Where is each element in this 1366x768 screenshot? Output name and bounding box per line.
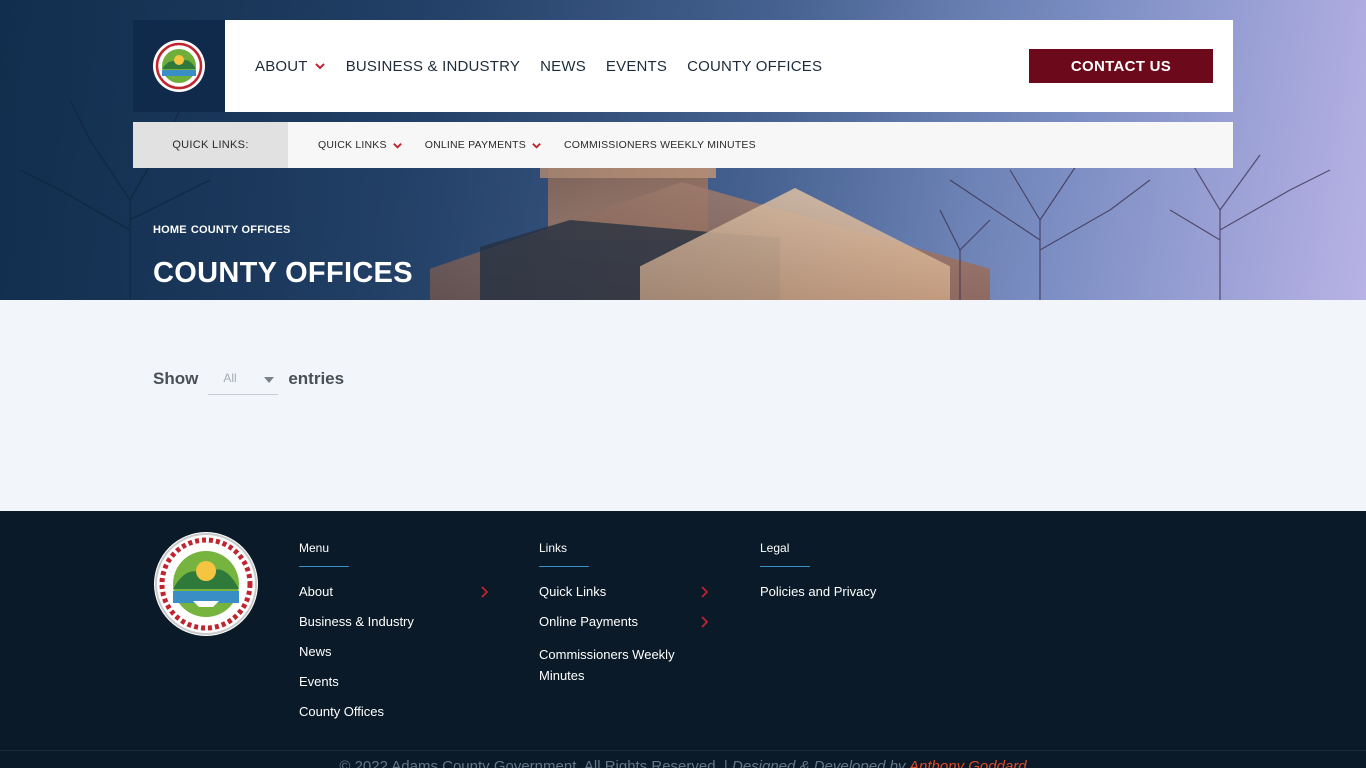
- breadcrumb-current[interactable]: COUNTY OFFICES: [191, 224, 291, 236]
- footer-menu-news[interactable]: News: [299, 641, 489, 671]
- footer-links-quick-links-label: Quick Links: [539, 584, 607, 599]
- primary-nav: ABOUT BUSINESS & INDUSTRY NEWS EVENTS CO…: [255, 58, 822, 75]
- footer-menu-business[interactable]: Business & Industry: [299, 611, 489, 641]
- chevron-right-icon: [701, 616, 709, 628]
- site-footer: Menu About Business & Industry News Even…: [0, 511, 1366, 768]
- nav-events-label: EVENTS: [605, 57, 668, 75]
- footer-legal-privacy-label: Policies and Privacy: [760, 584, 877, 599]
- footer-legal-privacy[interactable]: Policies and Privacy: [760, 581, 940, 611]
- nav-county-offices[interactable]: COUNTY OFFICES: [687, 58, 822, 75]
- chevron-down-icon: [314, 63, 325, 70]
- show-label: Show: [153, 368, 199, 388]
- online-payments-dropdown[interactable]: ONLINE PAYMENTS: [425, 139, 542, 151]
- nav-business-industry-label: BUSINESS & INDUSTRY: [345, 57, 521, 75]
- breadcrumb-home[interactable]: HOME: [153, 224, 187, 236]
- county-seal-icon[interactable]: [153, 531, 259, 637]
- commissioners-minutes-link[interactable]: COMMISSIONERS WEEKLY MINUTES: [564, 139, 756, 151]
- breadcrumb: HOME COUNTY OFFICES: [153, 224, 291, 236]
- footer-links-commissioners[interactable]: Commissioners Weekly Minutes: [539, 641, 709, 686]
- quick-links-items: QUICK LINKS ONLINE PAYMENTS COMMISSIONER…: [318, 139, 756, 151]
- nav-about-label: ABOUT: [255, 57, 308, 75]
- footer-menu-events[interactable]: Events: [299, 671, 489, 701]
- footer-menu-business-label: Business & Industry: [299, 614, 414, 629]
- chevron-right-icon: [481, 586, 489, 598]
- footer-links-heading: Links: [539, 541, 709, 567]
- chevron-right-icon: [701, 586, 709, 598]
- main-navbar: ABOUT BUSINESS & INDUSTRY NEWS EVENTS CO…: [133, 20, 1233, 112]
- author-link[interactable]: Anthony Goddard: [909, 758, 1027, 768]
- entries-select-value: All: [223, 371, 237, 385]
- footer-links-commissioners-label: Commissioners Weekly Minutes: [539, 647, 675, 683]
- copyright-bar: © 2022 Adams County Government. All Righ…: [0, 750, 1366, 768]
- footer-menu-heading: Menu: [299, 541, 489, 567]
- quick-links-bar: QUICK LINKS: QUICK LINKS ONLINE PAYMENTS…: [133, 122, 1233, 168]
- nav-news-label: NEWS: [540, 57, 586, 75]
- site-logo[interactable]: [133, 20, 225, 112]
- quick-links-heading: QUICK LINKS:: [133, 122, 288, 168]
- nav-news[interactable]: NEWS: [540, 58, 586, 75]
- footer-legal-list: Policies and Privacy: [760, 581, 940, 611]
- footer-menu-county-offices[interactable]: County Offices: [299, 701, 489, 731]
- footer-links-online-payments-label: Online Payments: [539, 614, 638, 629]
- quick-links-dropdown[interactable]: QUICK LINKS: [318, 139, 403, 151]
- footer-legal-heading: Legal: [760, 541, 940, 567]
- footer-menu-column: Menu About Business & Industry News Even…: [299, 541, 489, 731]
- designed-by-text: Designed & Developed by: [731, 758, 910, 768]
- contact-us-button[interactable]: CONTACT US: [1029, 49, 1213, 83]
- footer-menu-about-label: About: [299, 584, 333, 599]
- entries-select[interactable]: All: [208, 362, 279, 395]
- footer-legal-column: Legal Policies and Privacy: [760, 541, 940, 611]
- chevron-down-icon: [532, 142, 541, 149]
- footer-links-list: Quick Links Online Payments Commissioner…: [539, 581, 709, 686]
- page-title: COUNTY OFFICES: [153, 257, 413, 289]
- entries-length-control: Show All entries: [153, 362, 344, 395]
- footer-links-column: Links Quick Links Online Payments Commis…: [539, 541, 709, 686]
- nav-about[interactable]: ABOUT: [255, 58, 326, 75]
- caret-down-icon: [264, 376, 275, 383]
- footer-menu-county-offices-label: County Offices: [299, 704, 385, 719]
- footer-menu-news-label: News: [299, 644, 332, 659]
- footer-links-quick-links[interactable]: Quick Links: [539, 581, 709, 611]
- footer-menu-about[interactable]: About: [299, 581, 489, 611]
- footer-links-online-payments[interactable]: Online Payments: [539, 611, 709, 641]
- entries-label: entries: [288, 368, 345, 388]
- commissioners-minutes-label: COMMISSIONERS WEEKLY MINUTES: [563, 139, 756, 151]
- copyright-text: © 2022 Adams County Government. All Righ…: [339, 758, 732, 768]
- nav-business-industry[interactable]: BUSINESS & INDUSTRY: [346, 58, 520, 75]
- online-payments-dropdown-label: ONLINE PAYMENTS: [424, 139, 526, 151]
- nav-events[interactable]: EVENTS: [606, 58, 667, 75]
- county-seal-icon: [153, 40, 205, 92]
- nav-county-offices-label: COUNTY OFFICES: [687, 57, 823, 75]
- quick-links-dropdown-label: QUICK LINKS: [318, 139, 387, 151]
- footer-menu-events-label: Events: [299, 674, 339, 689]
- chevron-down-icon: [392, 142, 402, 149]
- footer-menu-list: About Business & Industry News Events Co…: [299, 581, 489, 731]
